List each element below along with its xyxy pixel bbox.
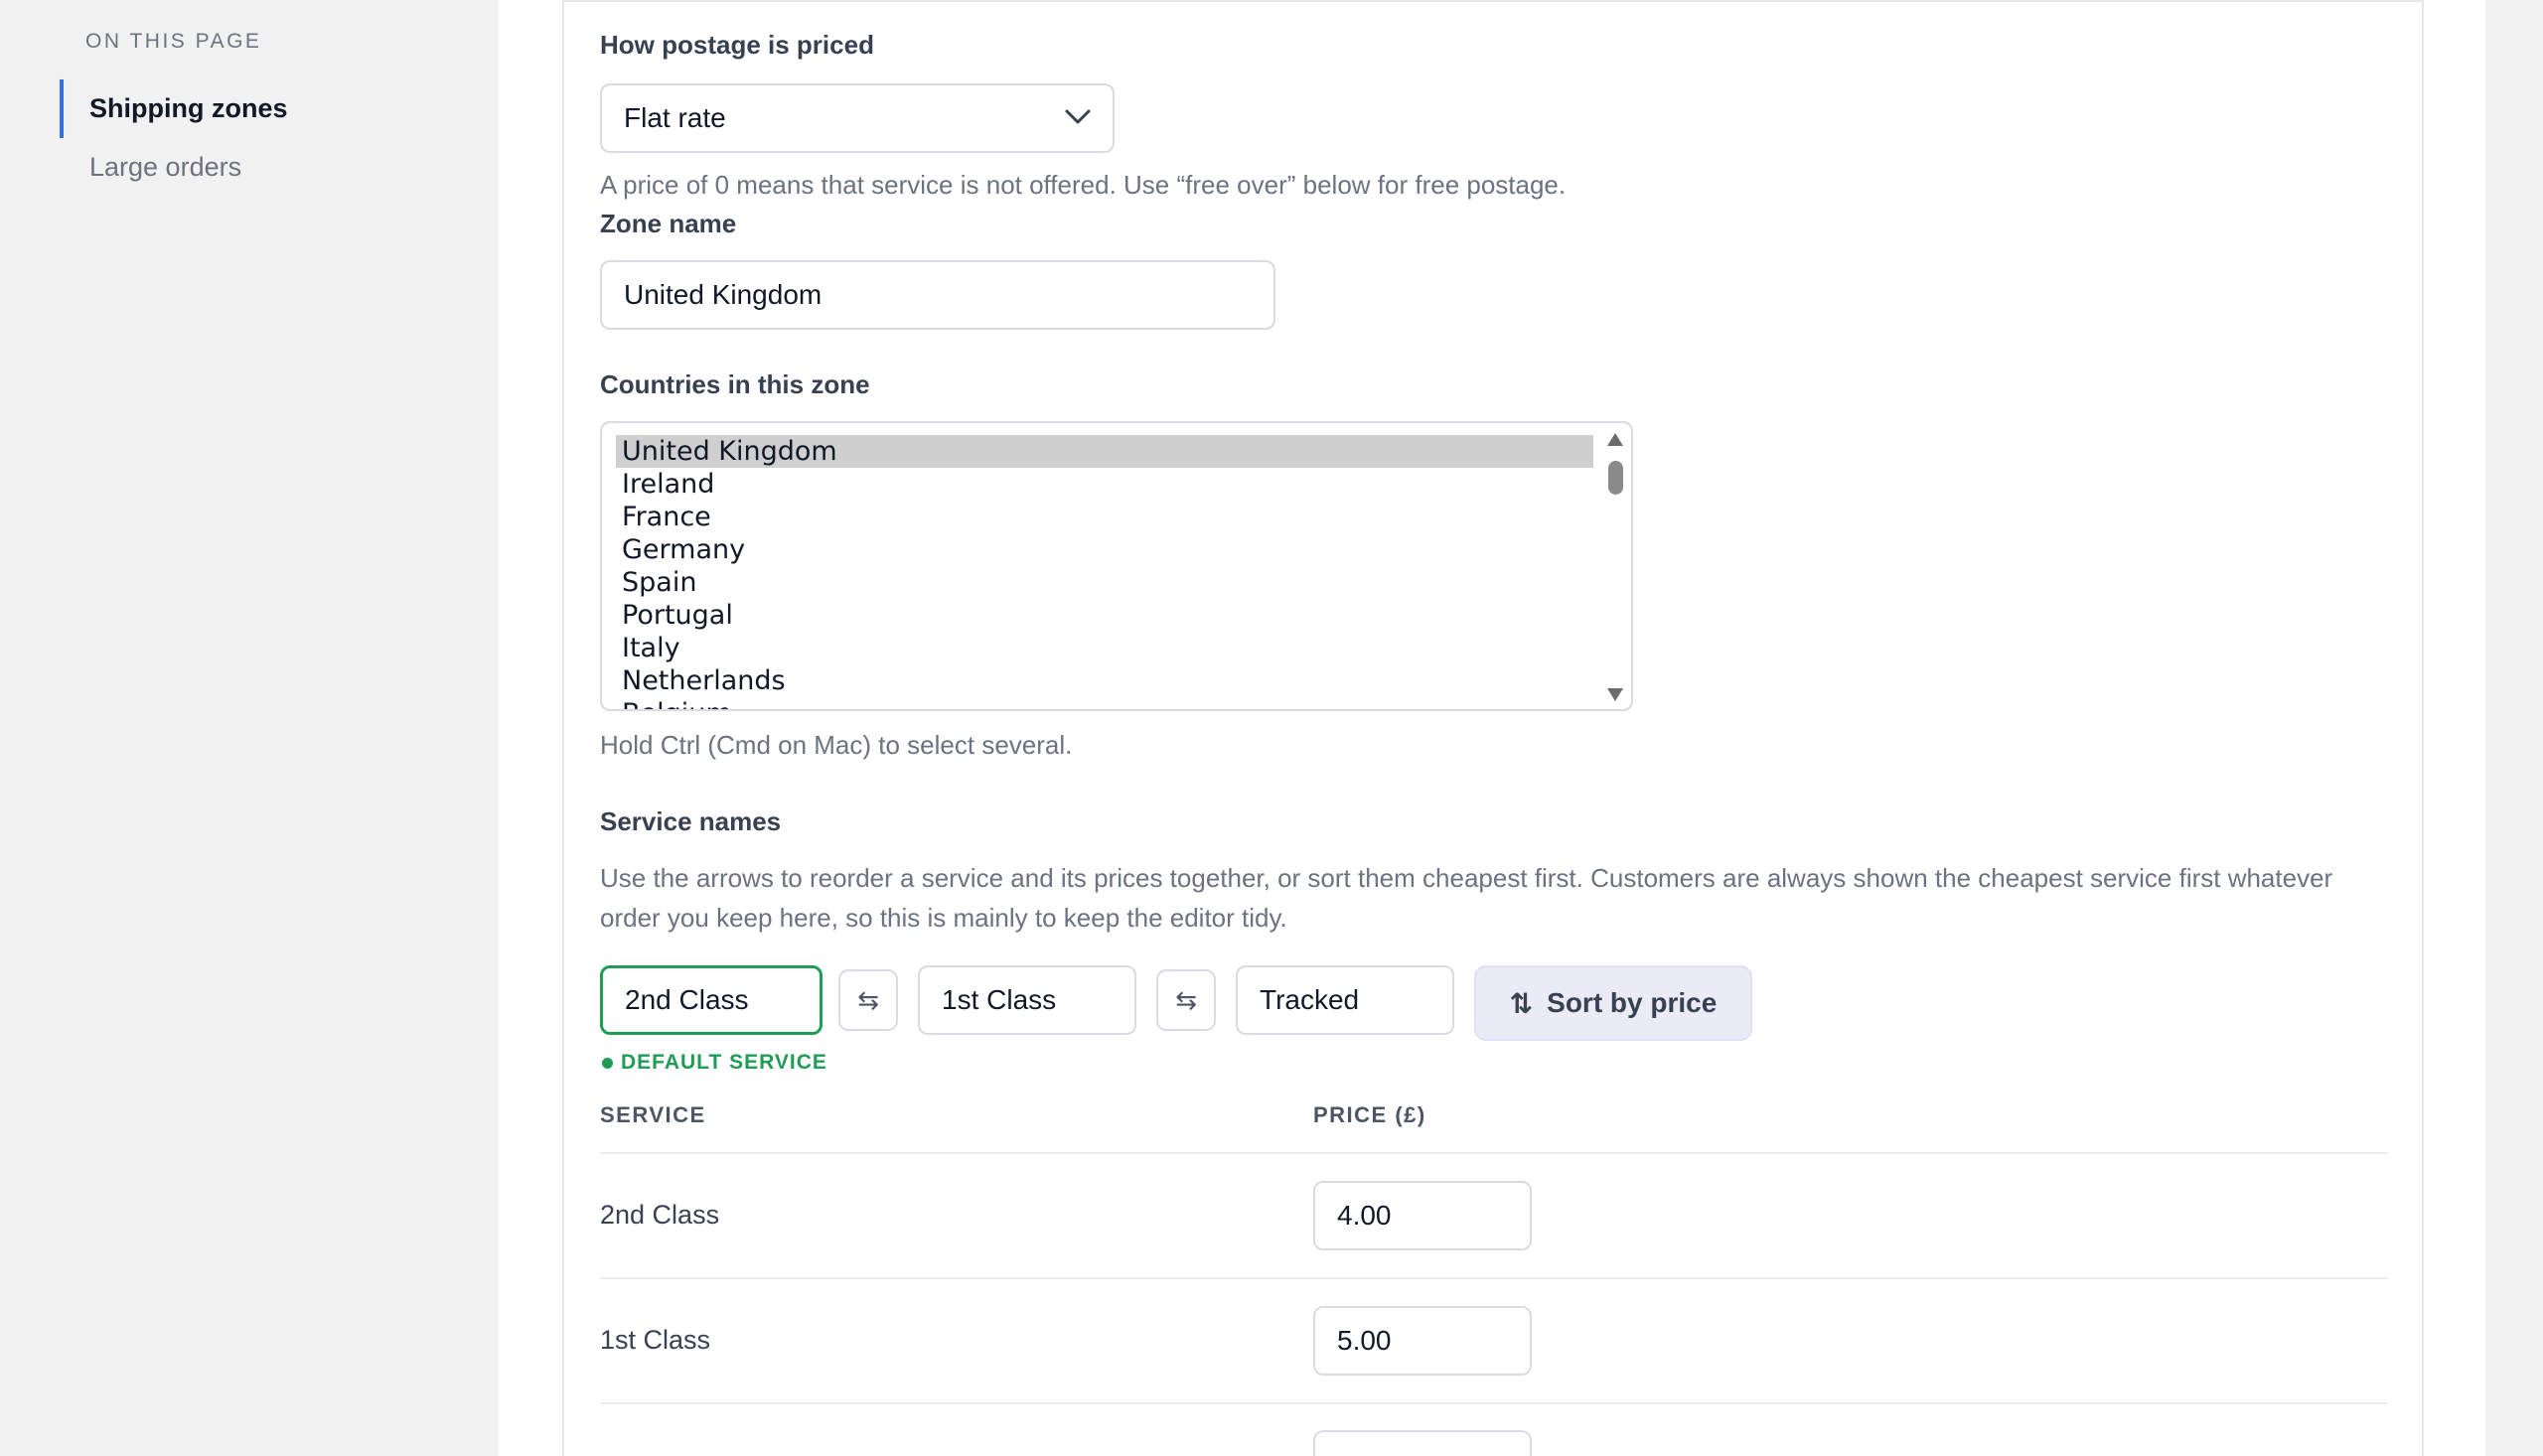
- pricing-method-select[interactable]: Flat rate: [600, 83, 1115, 153]
- sort-by-price-button[interactable]: ⇅ Sort by price: [1474, 965, 1752, 1041]
- country-option[interactable]: Netherlands: [616, 664, 1593, 697]
- pricing-label: How postage is priced: [600, 30, 874, 60]
- table-divider: [600, 1402, 2388, 1404]
- countries-multiselect[interactable]: United Kingdom Ireland France Germany Sp…: [600, 421, 1633, 711]
- sort-by-price-label: Sort by price: [1547, 987, 1718, 1018]
- default-service-badge: DEFAULT SERVICE: [602, 1051, 827, 1075]
- countries-help: Hold Ctrl (Cmd on Mac) to select several…: [600, 730, 1073, 760]
- countries-options: United Kingdom Ireland France Germany Sp…: [616, 435, 1593, 709]
- listbox-scrollbar[interactable]: [1603, 427, 1627, 707]
- country-option[interactable]: Spain: [616, 566, 1593, 599]
- table-divider: [600, 1277, 2388, 1279]
- column-header-price: PRICE (£): [1313, 1102, 1426, 1127]
- price-input[interactable]: 5.00: [1313, 1306, 1532, 1376]
- pricing-method-value: Flat rate: [624, 102, 726, 133]
- toc-item-shipping-zones[interactable]: Shipping zones: [60, 79, 437, 138]
- country-option[interactable]: Ireland: [616, 468, 1593, 501]
- service-name-input-2nd-class[interactable]: 2nd Class: [600, 965, 823, 1035]
- service-name-input-1st-class[interactable]: 1st Class: [918, 965, 1136, 1035]
- zone-name-input[interactable]: United Kingdom: [600, 260, 1275, 330]
- swap-services-button[interactable]: ⇆: [838, 969, 898, 1031]
- service-name-value: 2nd Class: [625, 984, 749, 1015]
- default-service-label: DEFAULT SERVICE: [621, 1051, 827, 1074]
- country-option[interactable]: Portugal: [616, 599, 1593, 632]
- on-this-page-nav: ON THIS PAGE Shipping zones Large orders: [60, 30, 437, 197]
- service-name-value: Tracked: [1260, 984, 1360, 1015]
- swap-services-button[interactable]: ⇆: [1156, 969, 1216, 1031]
- service-names-label: Service names: [600, 806, 782, 836]
- swap-arrows-icon: ⇆: [1175, 984, 1197, 1015]
- price-input[interactable]: 4.00: [1313, 1181, 1532, 1250]
- service-names-help: Use the arrows to reorder a service and …: [600, 863, 2333, 933]
- pricing-help: A price of 0 means that service is not o…: [600, 170, 1567, 200]
- price-input[interactable]: [1313, 1430, 1532, 1456]
- swap-arrows-icon: ⇆: [857, 984, 879, 1015]
- status-dot-icon: [602, 1057, 613, 1069]
- table-divider: [600, 1152, 2388, 1154]
- chevron-down-icon: [1065, 109, 1091, 124]
- scrollbar-thumb[interactable]: [1608, 461, 1623, 495]
- country-option[interactable]: Italy: [616, 632, 1593, 664]
- sort-arrows-icon: ⇅: [1509, 987, 1534, 1019]
- scroll-down-arrow-icon[interactable]: [1607, 688, 1623, 701]
- country-option[interactable]: France: [616, 501, 1593, 533]
- zone-name-value: United Kingdom: [624, 279, 823, 310]
- price-value: 5.00: [1337, 1325, 1392, 1356]
- toc-item-large-orders[interactable]: Large orders: [60, 138, 437, 197]
- price-value: 4.00: [1337, 1200, 1392, 1231]
- service-name-input-tracked[interactable]: Tracked: [1236, 965, 1454, 1035]
- zone-name-label: Zone name: [600, 209, 737, 238]
- country-option[interactable]: Germany: [616, 533, 1593, 566]
- country-option[interactable]: Belgium: [616, 697, 1593, 709]
- toc-heading: ON THIS PAGE: [85, 30, 262, 53]
- table-row-service: 2nd Class: [600, 1200, 720, 1230]
- country-option[interactable]: United Kingdom: [616, 435, 1593, 468]
- scroll-up-arrow-icon[interactable]: [1607, 433, 1623, 446]
- column-header-service: SERVICE: [600, 1102, 706, 1127]
- countries-label: Countries in this zone: [600, 369, 870, 399]
- service-name-value: 1st Class: [942, 984, 1057, 1015]
- table-row-service: 1st Class: [600, 1325, 711, 1355]
